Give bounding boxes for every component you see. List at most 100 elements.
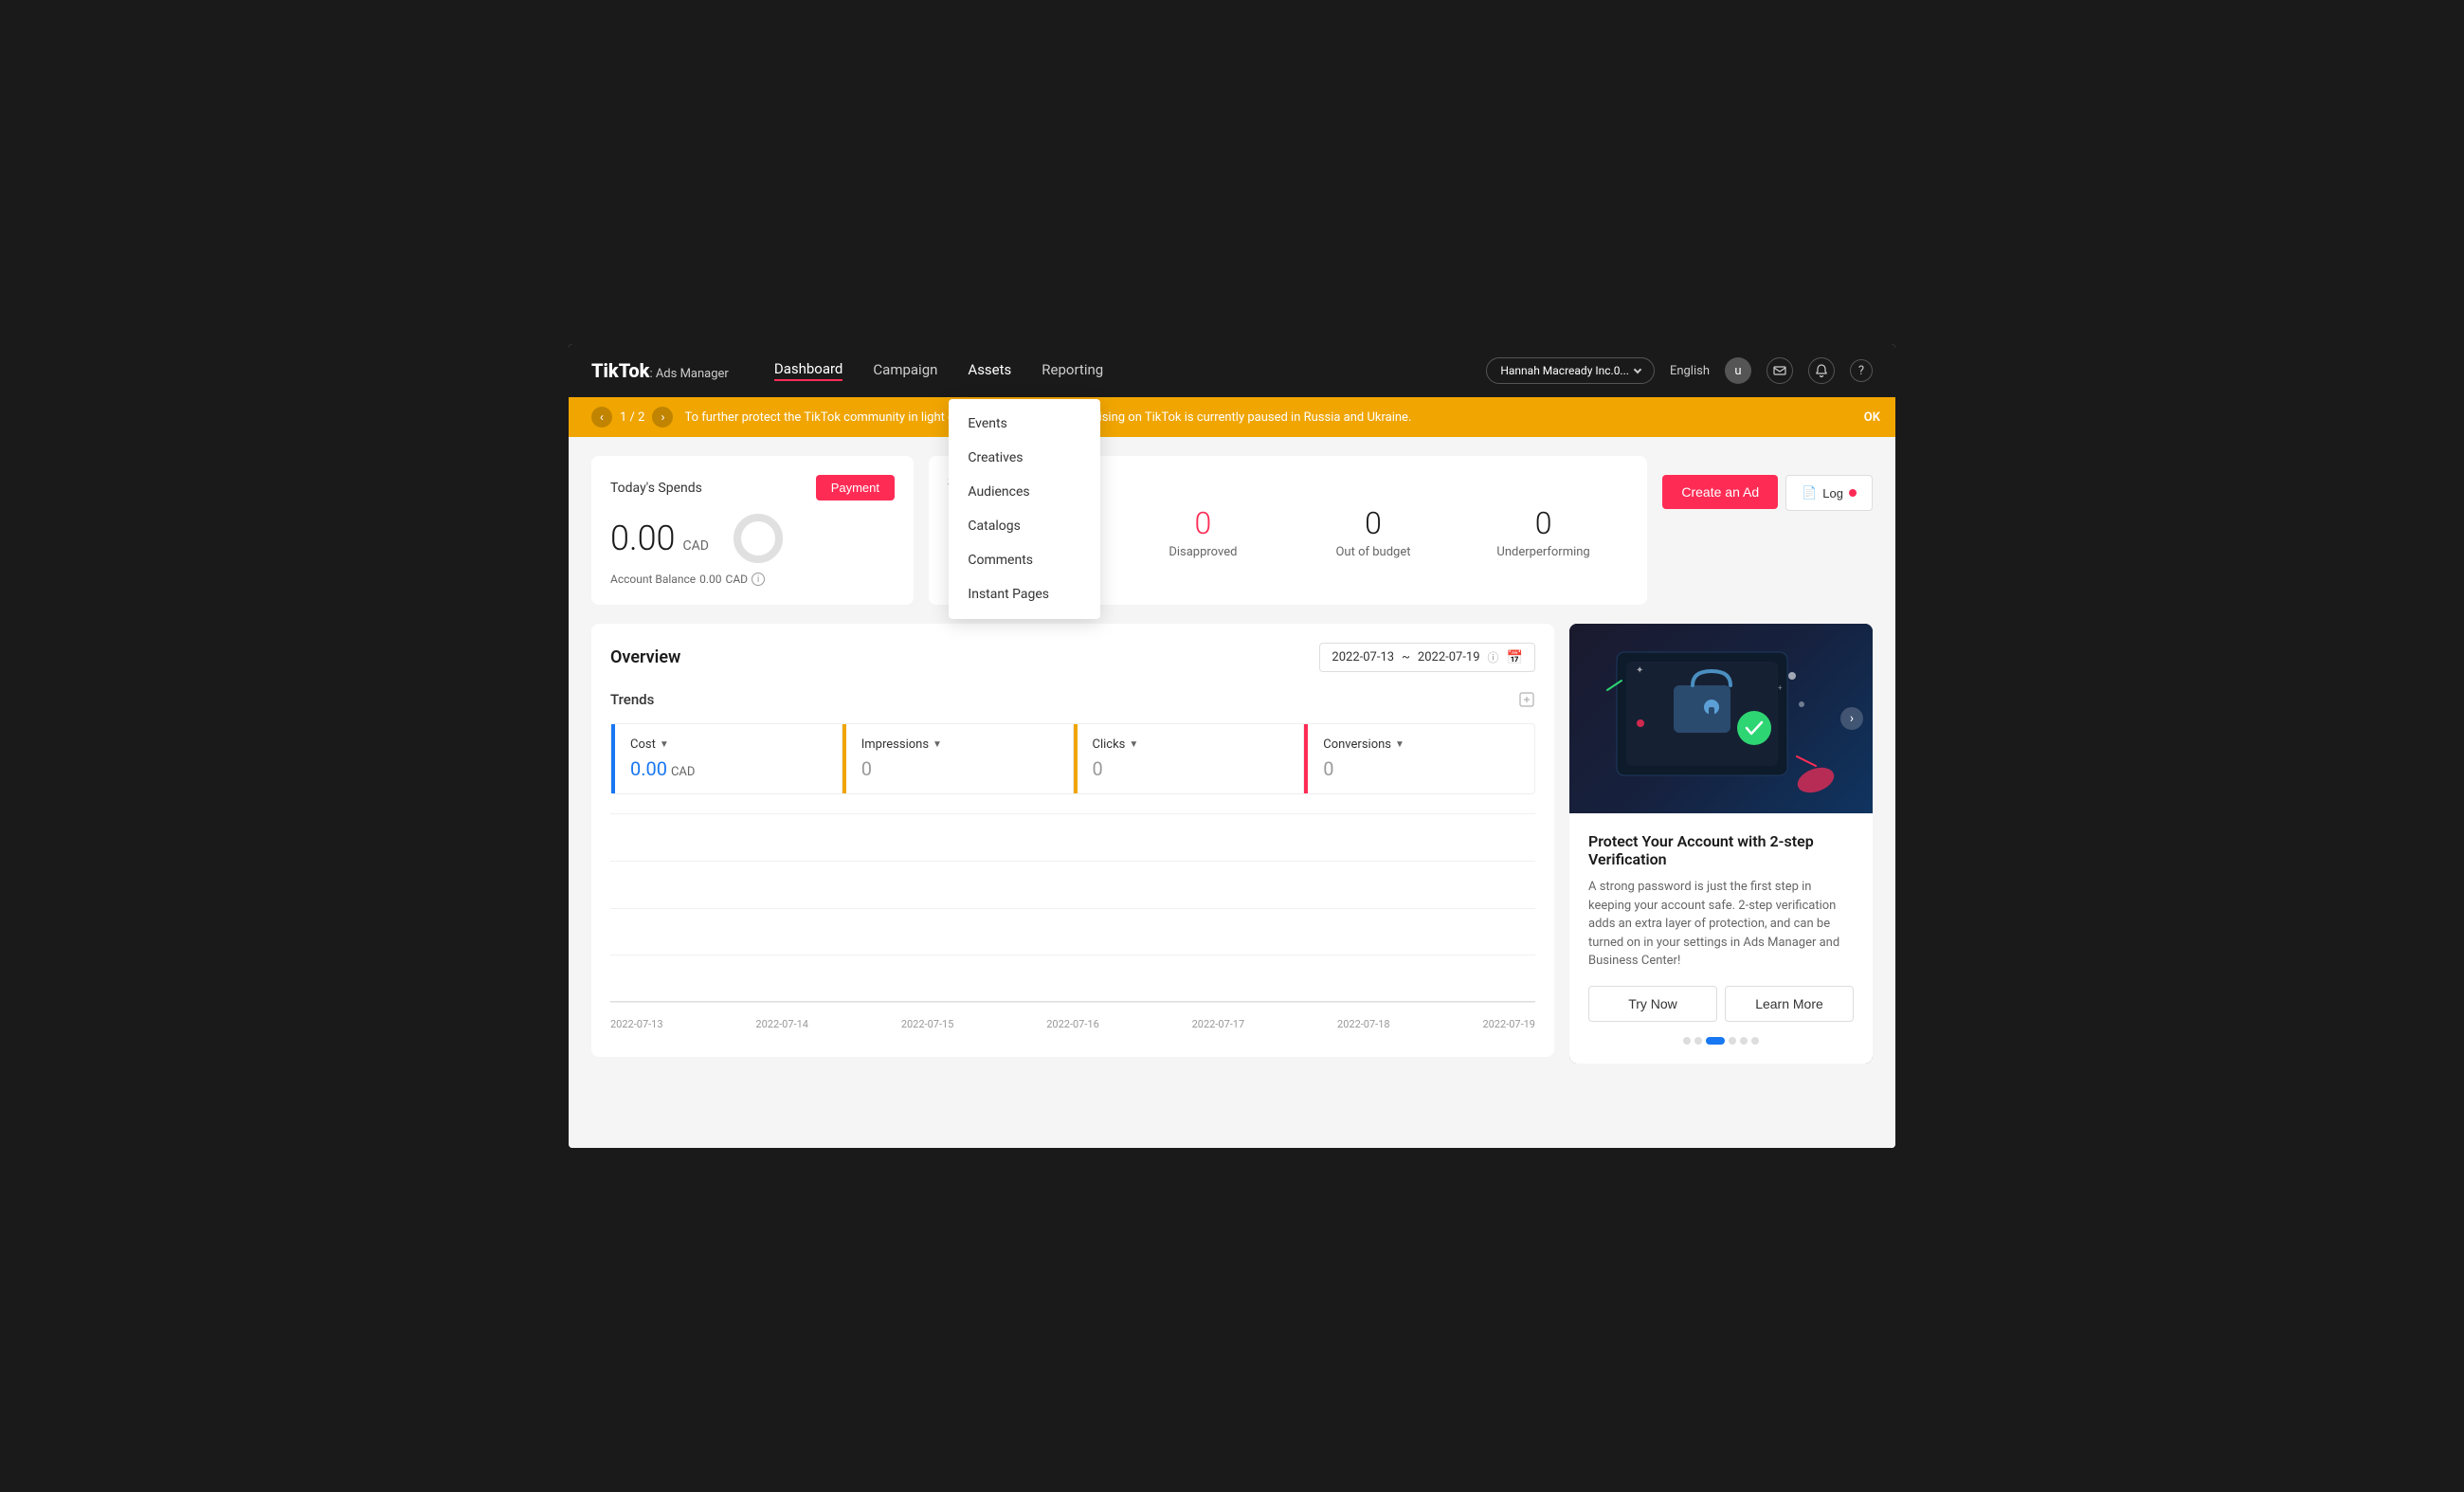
- metric-conversions: Conversions ▼ 0: [1304, 724, 1534, 793]
- promo-image: ✦ + ›: [1569, 624, 1873, 813]
- dropdown-events[interactable]: Events: [949, 407, 1100, 441]
- user-avatar[interactable]: u: [1725, 357, 1751, 384]
- calendar-icon: 📅: [1507, 650, 1523, 665]
- chart-area: [610, 813, 1535, 1003]
- nav-campaign[interactable]: Campaign: [873, 361, 937, 380]
- notification-icon[interactable]: [1808, 357, 1835, 384]
- nav-reporting[interactable]: Reporting: [1042, 361, 1103, 380]
- promo-next-arrow[interactable]: ›: [1840, 707, 1863, 730]
- overview-title: Overview: [610, 647, 680, 667]
- try-now-button[interactable]: Try Now: [1588, 986, 1717, 1022]
- conversions-dropdown-arrow[interactable]: ▼: [1395, 739, 1404, 750]
- app-logo: TikTok: Ads Manager: [591, 359, 729, 382]
- chart-date-6: 2022-07-18: [1337, 1018, 1390, 1030]
- create-ad-button[interactable]: Create an Ad: [1662, 475, 1778, 509]
- status-out-of-budget: 0 Out of budget: [1288, 505, 1458, 559]
- spends-title: Today's Spends Payment: [610, 475, 895, 500]
- date-range-picker[interactable]: 2022-07-13 ~ 2022-07-19 ⓘ 📅: [1319, 643, 1535, 672]
- main-content: Today's Spends Payment 0.00 CAD: [569, 437, 1895, 1148]
- overview-with-panel: Overview 2022-07-13 ~ 2022-07-19 ⓘ 📅: [591, 624, 1873, 1064]
- main-nav: Dashboard Campaign Assets Events Creativ…: [774, 360, 1487, 381]
- promo-content: Protect Your Account with 2-step Verific…: [1569, 813, 1873, 1064]
- dropdown-comments[interactable]: Comments: [949, 543, 1100, 577]
- language-label[interactable]: English: [1670, 364, 1710, 378]
- header-right: Hannah Macready Inc.0... English u ?: [1486, 357, 1873, 384]
- donut-chart: [732, 512, 785, 565]
- payment-button[interactable]: Payment: [816, 475, 895, 500]
- dot-1: [1683, 1037, 1691, 1045]
- account-selector[interactable]: Hannah Macready Inc.0...: [1486, 357, 1655, 384]
- spends-card: Today's Spends Payment 0.00 CAD: [591, 456, 914, 605]
- metric-impressions: Impressions ▼ 0: [842, 724, 1074, 793]
- status-budget-count: 0: [1288, 505, 1458, 541]
- log-icon: 📄: [1802, 485, 1817, 500]
- info-icon: i: [752, 573, 765, 586]
- overview-main: Overview 2022-07-13 ~ 2022-07-19 ⓘ 📅: [591, 624, 1554, 1064]
- banner-next-button[interactable]: ›: [652, 407, 673, 428]
- right-panel: ✦ + › Protect Your Account with 2-step V…: [1569, 624, 1873, 1064]
- info-circle-icon: ⓘ: [1488, 649, 1499, 665]
- banner-close-button[interactable]: OK: [1864, 410, 1880, 425]
- dropdown-creatives[interactable]: Creatives: [949, 441, 1100, 475]
- chart-date-1: 2022-07-13: [610, 1018, 663, 1030]
- account-balance: Account Balance 0.00 CAD i: [610, 573, 895, 586]
- dot-2: [1694, 1037, 1702, 1045]
- top-right-actions: Create an Ad 📄 Log: [1662, 456, 1873, 511]
- status-underperforming: 0 Underperforming: [1458, 505, 1629, 559]
- learn-more-button[interactable]: Learn More: [1725, 986, 1854, 1022]
- chart-gridline-2: [610, 861, 1535, 862]
- promo-description: A strong password is just the first step…: [1588, 878, 1854, 971]
- trends-metrics: Cost ▼ 0.00 CAD Impressions: [610, 723, 1535, 794]
- export-icon[interactable]: [1518, 691, 1535, 708]
- clicks-dropdown-arrow[interactable]: ▼: [1129, 739, 1138, 750]
- announcement-banner: ‹ 1 / 2 › To further protect the TikTok …: [569, 397, 1895, 437]
- banner-nav: ‹ 1 / 2 ›: [591, 407, 673, 428]
- status-underperforming-count: 0: [1458, 505, 1629, 541]
- chart-date-2: 2022-07-14: [755, 1018, 808, 1030]
- dot-3-active: [1706, 1037, 1725, 1045]
- account-chevron-icon: [1634, 366, 1641, 373]
- dropdown-audiences[interactable]: Audiences: [949, 475, 1100, 509]
- spends-amount-row: 0.00 CAD: [610, 512, 895, 565]
- promo-illustration: ✦ +: [1588, 633, 1854, 804]
- banner-prev-button[interactable]: ‹: [591, 407, 612, 428]
- status-underperforming-label: Underperforming: [1458, 545, 1629, 559]
- promo-actions: Try Now Learn More: [1588, 986, 1854, 1022]
- top-row: Today's Spends Payment 0.00 CAD: [591, 456, 1873, 605]
- status-disapproved: 0 Disapproved: [1118, 505, 1289, 559]
- overview-section: Overview 2022-07-13 ~ 2022-07-19 ⓘ 📅: [591, 624, 1554, 1057]
- help-icon[interactable]: ?: [1850, 359, 1873, 382]
- metric-clicks: Clicks ▼ 0: [1074, 724, 1305, 793]
- banner-counter: 1 / 2: [620, 410, 644, 425]
- notification-dot: [1849, 489, 1857, 497]
- chart-gridline-3: [610, 908, 1535, 909]
- status-disapproved-label: Disapproved: [1118, 545, 1289, 559]
- dropdown-instant-pages[interactable]: Instant Pages: [949, 577, 1100, 611]
- log-button[interactable]: 📄 Log: [1785, 475, 1873, 511]
- promo-title: Protect Your Account with 2-step Verific…: [1588, 832, 1854, 868]
- banner-text: To further protect the TikTok community …: [684, 410, 1873, 425]
- chart-date-7: 2022-07-19: [1482, 1018, 1535, 1030]
- promo-card: ✦ + › Protect Your Account with 2-step V…: [1569, 624, 1873, 1064]
- nav-dashboard[interactable]: Dashboard: [774, 360, 843, 381]
- dot-4: [1729, 1037, 1736, 1045]
- chart-dates: 2022-07-13 2022-07-14 2022-07-15 2022-07…: [610, 1010, 1535, 1038]
- spends-amount: 0.00 CAD: [610, 519, 709, 558]
- chart-baseline: [610, 1001, 1535, 1002]
- dropdown-catalogs[interactable]: Catalogs: [949, 509, 1100, 543]
- impressions-dropdown-arrow[interactable]: ▼: [933, 739, 942, 750]
- trends-section: Trends Cost ▼: [610, 691, 1535, 1038]
- chart-date-3: 2022-07-15: [901, 1018, 954, 1030]
- nav-assets[interactable]: Assets: [968, 361, 1011, 380]
- nav-assets-wrapper: Assets Events Creatives Audiences Catalo…: [968, 361, 1011, 380]
- svg-text:✦: ✦: [1636, 665, 1643, 676]
- chart-gridline-1: [610, 813, 1535, 814]
- svg-text:+: +: [1778, 683, 1783, 692]
- mail-icon[interactable]: [1766, 357, 1793, 384]
- chart-date-4: 2022-07-16: [1046, 1018, 1099, 1030]
- header: TikTok: Ads Manager Dashboard Campaign A…: [569, 344, 1895, 397]
- dot-5: [1740, 1037, 1748, 1045]
- trends-header: Trends: [610, 691, 1535, 708]
- chart-date-5: 2022-07-17: [1192, 1018, 1245, 1030]
- cost-dropdown-arrow[interactable]: ▼: [660, 739, 669, 750]
